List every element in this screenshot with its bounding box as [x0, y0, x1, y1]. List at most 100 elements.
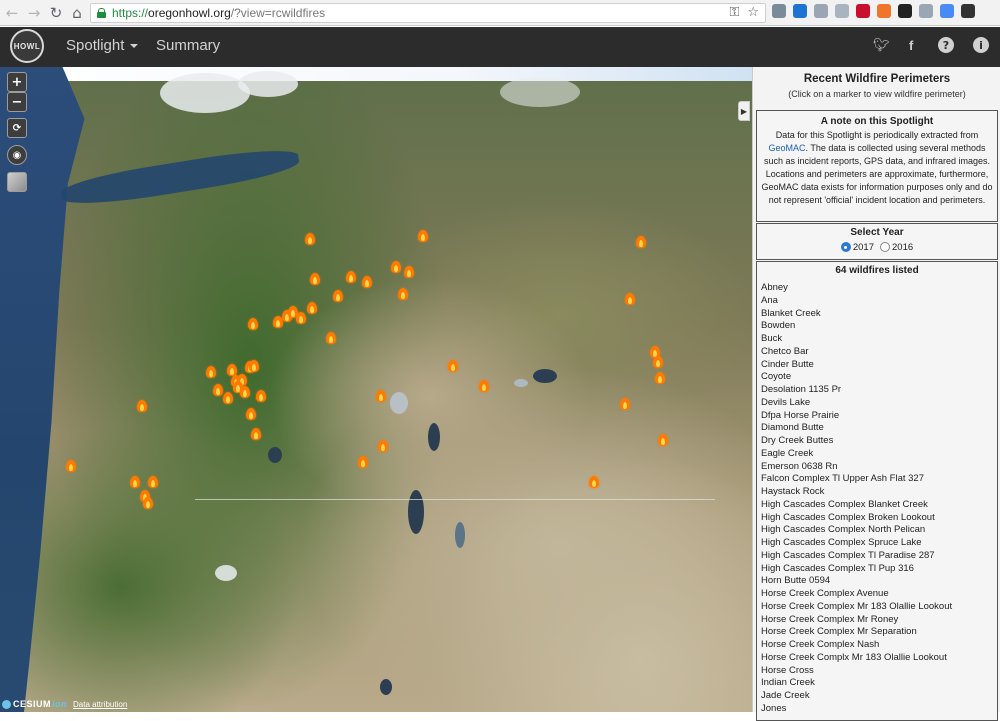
wildfire-list-item[interactable]: Coyote — [761, 371, 997, 384]
wildfire-list-item[interactable]: Diamond Butte — [761, 422, 997, 435]
wildfire-list-item[interactable]: High Cascades Complex Blanket Creek — [761, 499, 997, 512]
compass-icon[interactable]: ◉ — [7, 145, 27, 165]
twitter-icon[interactable]: 🐦︎ — [873, 38, 890, 53]
wildfire-list-item[interactable]: Indian Creek — [761, 677, 997, 690]
fire-marker-icon[interactable] — [479, 379, 489, 392]
fire-marker-icon[interactable] — [143, 496, 153, 509]
globe-map-view[interactable]: + − ⟳ ◉ CESIUM ion Data attribution — [0, 67, 752, 712]
wildfire-list-item[interactable]: Dfpa Horse Prairie — [761, 410, 997, 423]
wildfire-list-item[interactable]: Horn Butte 0594 — [761, 575, 997, 588]
fire-marker-icon[interactable] — [625, 292, 635, 305]
wildfire-list-item[interactable]: Falcon Complex Tl Upper Ash Flat 327 — [761, 473, 997, 486]
fire-marker-icon[interactable] — [148, 475, 158, 488]
fire-marker-icon[interactable] — [589, 475, 599, 488]
home-icon[interactable]: ⌂ — [66, 2, 88, 24]
data-attribution-link[interactable]: Data attribution — [73, 700, 127, 709]
zoom-in-button[interactable]: + — [7, 72, 27, 92]
extension-icon[interactable] — [856, 4, 870, 18]
wildfire-list-item[interactable]: Dry Creek Buttes — [761, 435, 997, 448]
wildfire-list-item[interactable]: Horse Creek Complex Mr Roney — [761, 614, 997, 627]
fire-marker-icon[interactable] — [307, 301, 317, 314]
wildfire-list-item[interactable]: Desolation 1135 Pr — [761, 384, 997, 397]
fire-marker-icon[interactable] — [66, 459, 76, 472]
radio-unselected-icon[interactable] — [880, 242, 890, 253]
reload-icon[interactable]: ↻ — [45, 2, 67, 24]
fire-marker-icon[interactable] — [346, 270, 356, 283]
facebook-icon[interactable]: f — [909, 38, 913, 53]
wildfire-list-item[interactable]: Ana — [761, 295, 997, 308]
wildfire-list-item[interactable]: Blanket Creek — [761, 308, 997, 321]
geomac-link[interactable]: GeoMAC — [769, 143, 806, 153]
extension-icon[interactable] — [877, 4, 891, 18]
wildfire-list-item[interactable]: Eagle Creek — [761, 448, 997, 461]
wildfire-list-item[interactable]: High Cascades Complex North Pelican — [761, 524, 997, 537]
wildfire-list-item[interactable]: Emerson 0638 Rn — [761, 461, 997, 474]
wildfire-list-item[interactable]: Horse Creek Complx Mr 183 Olallie Lookou… — [761, 652, 997, 665]
year-option-2017[interactable]: 2017 — [840, 242, 874, 253]
wildfire-list-item[interactable]: Devils Lake — [761, 397, 997, 410]
wildfire-list-item[interactable]: High Cascades Complex Spruce Lake — [761, 537, 997, 550]
fire-marker-icon[interactable] — [653, 355, 663, 368]
fire-marker-icon[interactable] — [130, 475, 140, 488]
wildfire-list-item[interactable]: Horse Cross — [761, 665, 997, 678]
fire-marker-icon[interactable] — [378, 439, 388, 452]
layers-icon[interactable] — [7, 172, 27, 192]
extension-icon[interactable] — [772, 4, 786, 18]
key-icon[interactable]: ⚿ — [729, 5, 739, 20]
panel-toggle-chevron-icon[interactable]: ▶ — [738, 101, 750, 121]
fire-marker-icon[interactable] — [296, 311, 306, 324]
fire-marker-icon[interactable] — [376, 389, 386, 402]
info-icon[interactable]: i — [973, 37, 989, 53]
wildfire-list-item[interactable]: Bowden — [761, 320, 997, 333]
fire-marker-icon[interactable] — [206, 365, 216, 378]
reset-icon[interactable]: ⟳ — [7, 118, 27, 138]
extension-icon[interactable] — [919, 4, 933, 18]
howl-logo[interactable]: HOWL — [10, 29, 44, 63]
wildfire-list-item[interactable]: Chetco Bar — [761, 346, 997, 359]
fire-marker-icon[interactable] — [249, 359, 259, 372]
forward-arrow-icon[interactable]: → — [23, 2, 45, 24]
wildfire-list-item[interactable]: Abney — [761, 282, 997, 295]
fire-marker-icon[interactable] — [448, 359, 458, 372]
wildfire-list-item[interactable]: Horse Creek Complex Avenue — [761, 588, 997, 601]
fire-marker-icon[interactable] — [362, 275, 372, 288]
radio-selected-icon[interactable] — [840, 242, 851, 253]
fire-marker-icon[interactable] — [223, 391, 233, 404]
fire-marker-icon[interactable] — [655, 371, 665, 384]
spotlight-menu[interactable]: Spotlight — [66, 37, 139, 54]
fire-marker-icon[interactable] — [310, 272, 320, 285]
wildfire-list-item[interactable]: Cinder Butte — [761, 359, 997, 372]
wildfire-list-item[interactable]: Horse Creek Complex Mr Separation — [761, 626, 997, 639]
help-icon[interactable]: ? — [938, 37, 954, 53]
fire-marker-icon[interactable] — [658, 433, 668, 446]
year-option-2016[interactable]: 2016 — [880, 242, 913, 253]
wildfire-list-item[interactable]: Buck — [761, 333, 997, 346]
fire-marker-icon[interactable] — [246, 407, 256, 420]
wildfire-list-item[interactable]: Horse Creek Complex Mr 183 Olallie Looko… — [761, 601, 997, 614]
wildfire-list-item[interactable]: High Cascades Complex Tl Pup 316 — [761, 563, 997, 576]
summary-link[interactable]: Summary — [156, 37, 220, 54]
fire-marker-icon[interactable] — [333, 289, 343, 302]
fire-marker-icon[interactable] — [251, 427, 261, 440]
fire-marker-icon[interactable] — [248, 317, 258, 330]
fire-marker-icon[interactable] — [213, 383, 223, 396]
star-icon[interactable]: ☆ — [747, 5, 759, 20]
wildfire-list-item[interactable]: Jones — [761, 703, 997, 716]
fire-marker-icon[interactable] — [326, 331, 336, 344]
wildfire-list-item[interactable]: Horse Creek Complex Nash — [761, 639, 997, 652]
zoom-out-button[interactable]: − — [7, 92, 27, 112]
fire-marker-icon[interactable] — [620, 397, 630, 410]
extension-icon[interactable] — [793, 4, 807, 18]
extension-icon[interactable] — [835, 4, 849, 18]
extension-icon[interactable] — [961, 4, 975, 18]
back-arrow-icon[interactable]: ← — [1, 2, 23, 24]
fire-marker-icon[interactable] — [256, 389, 266, 402]
fire-marker-icon[interactable] — [240, 385, 250, 398]
extension-icon[interactable] — [898, 4, 912, 18]
address-bar[interactable]: https://oregonhowl.org/?view=rcwildfires… — [90, 3, 766, 23]
fire-marker-icon[interactable] — [418, 229, 428, 242]
fire-marker-icon[interactable] — [137, 399, 147, 412]
fire-marker-icon[interactable] — [305, 232, 315, 245]
extension-icon[interactable] — [814, 4, 828, 18]
wildfire-list-item[interactable]: Jade Creek — [761, 690, 997, 703]
